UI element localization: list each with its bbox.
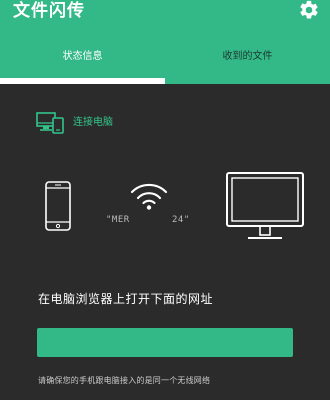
app-screen: 文件闪传 状态信息 收到的文件 连接电脑 "MER 24" 在电脑浏览器上打开下… xyxy=(0,0,330,400)
tab-status-info[interactable]: 状态信息 xyxy=(0,44,165,70)
computer-connect-icon xyxy=(36,112,64,134)
app-header: 文件闪传 状态信息 收到的文件 xyxy=(0,0,330,84)
instruction-text: 在电脑浏览器上打开下面的网址 xyxy=(38,292,214,306)
connect-computer-label: 连接电脑 xyxy=(73,117,113,128)
network-name-end: 24" xyxy=(172,215,190,225)
monitor-icon xyxy=(226,172,304,239)
connect-computer-button[interactable]: 连接电脑 xyxy=(36,112,156,134)
same-network-hint: 请确保您的手机跟电脑接入的是同一个无线网络 xyxy=(38,376,211,385)
phone-icon xyxy=(45,181,71,231)
wifi-icon xyxy=(130,183,168,210)
network-name-start: "MER xyxy=(106,215,130,225)
tab-received-files[interactable]: 收到的文件 xyxy=(165,44,330,70)
server-url-box[interactable] xyxy=(37,328,293,357)
settings-button[interactable] xyxy=(298,0,320,21)
app-title: 文件闪传 xyxy=(13,1,85,21)
gear-icon xyxy=(300,0,318,19)
active-tab-indicator xyxy=(0,78,165,84)
